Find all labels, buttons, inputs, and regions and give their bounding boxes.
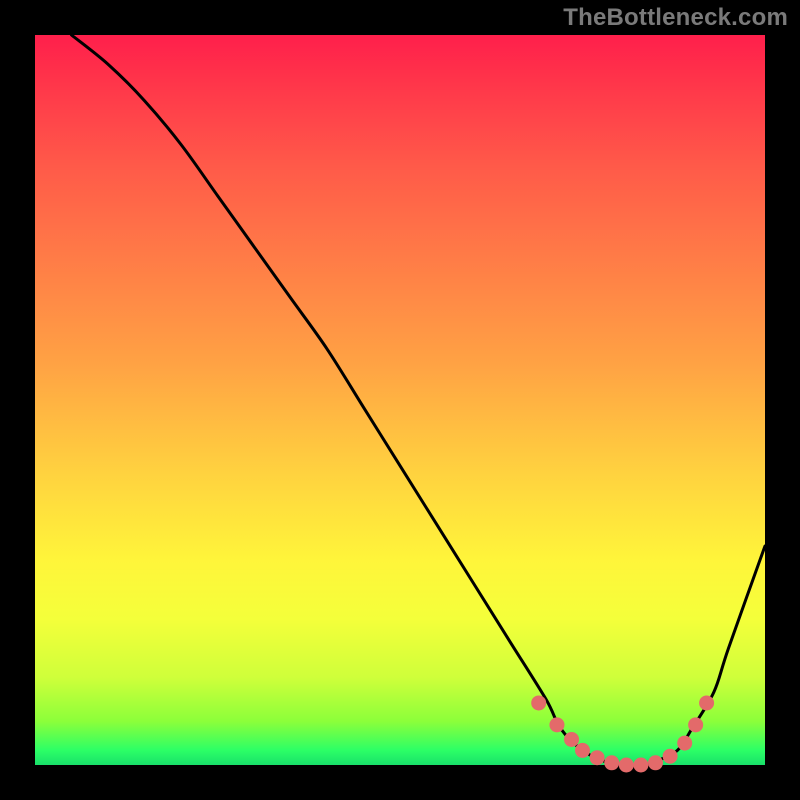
curve-svg [35, 35, 765, 765]
sweet-spot-dot [564, 732, 579, 747]
sweet-spot-dot [590, 750, 605, 765]
sweet-spot-dot [531, 695, 546, 710]
sweet-spot-dot [633, 758, 648, 773]
sweet-spot-dot [549, 717, 564, 732]
sweet-spot-dot [575, 743, 590, 758]
plot-area [35, 35, 765, 765]
sweet-spot-dot [604, 755, 619, 770]
sweet-spot-dot [663, 749, 678, 764]
bottleneck-curve [72, 35, 766, 765]
sweet-spot-dot [699, 695, 714, 710]
attribution-text: TheBottleneck.com [563, 4, 788, 32]
sweet-spot-dot [619, 758, 634, 773]
sweet-spot-dot [688, 717, 703, 732]
sweet-spot-dots [531, 695, 714, 772]
sweet-spot-dot [648, 755, 663, 770]
chart-frame: TheBottleneck.com [0, 0, 800, 800]
sweet-spot-dot [677, 736, 692, 751]
